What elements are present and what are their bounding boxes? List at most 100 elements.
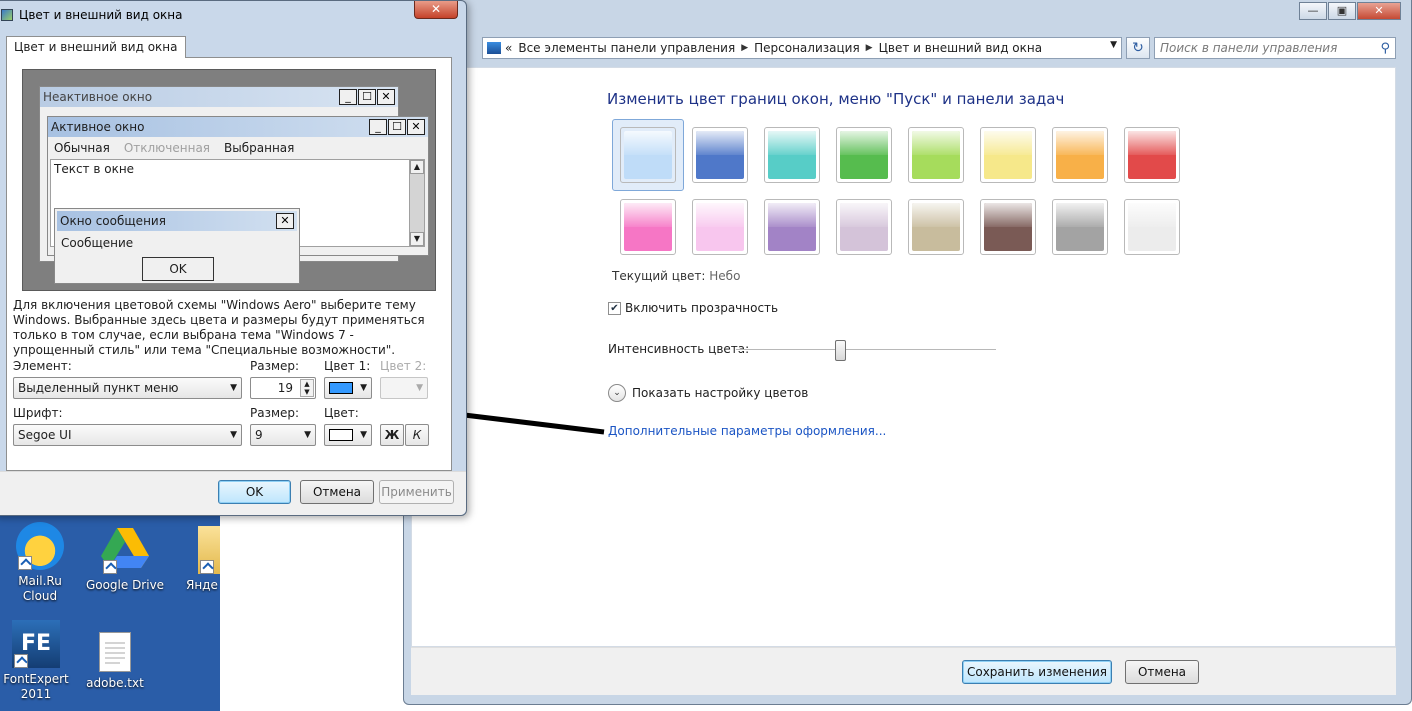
desktop-icon-label: FontExpert 2011 — [3, 672, 69, 701]
transparency-checkbox[interactable]: ✔ — [608, 301, 621, 315]
chevron-down-icon: ▼ — [360, 383, 367, 393]
swatch-fill — [984, 131, 1032, 179]
color-swatch-fuchsia[interactable] — [620, 199, 676, 255]
desktop-icon-yandex[interactable]: Янде — [180, 526, 220, 593]
cancel-button[interactable]: Отмена — [300, 480, 374, 504]
preview-inactive-title: Неактивное окно — [43, 90, 153, 104]
page-title: Изменить цвет границ окон, меню "Пуск" и… — [607, 90, 1065, 108]
preview-inactive-titlebar: Неактивное окно _ ☐ ✕ — [40, 87, 398, 107]
show-color-mixer[interactable]: ⌄ Показать настройку цветов — [608, 384, 808, 402]
font-color-label: Цвет: — [324, 406, 359, 420]
color-swatch-lavender[interactable] — [836, 199, 892, 255]
breadcrumb-separator-icon[interactable]: ▶ — [866, 43, 873, 53]
close-button[interactable]: ✕ — [1357, 2, 1401, 20]
color2-picker: ▼ — [380, 377, 428, 399]
tab-window-color[interactable]: Цвет и внешний вид окна — [6, 36, 186, 58]
color-swatch-pumpkin[interactable] — [1052, 127, 1108, 183]
color1-label: Цвет 1: — [324, 359, 371, 373]
color-swatch-ruby[interactable] — [1124, 127, 1180, 183]
desktop-icon-google-drive[interactable]: Google Drive — [85, 526, 165, 593]
dialog-footer: OK Отмена Применить — [0, 471, 466, 515]
color-swatch-leaf[interactable] — [836, 127, 892, 183]
color-swatch-violet[interactable] — [764, 199, 820, 255]
intensity-label: Интенсивность цвета: — [608, 342, 750, 356]
color-swatch-frost[interactable] — [1124, 199, 1180, 255]
breadcrumb-separator-icon[interactable]: ▶ — [741, 43, 748, 53]
size-label: Размер: — [250, 359, 300, 373]
save-changes-button[interactable]: Сохранить изменения — [962, 660, 1112, 684]
swatch-fill — [912, 131, 960, 179]
maximize-button[interactable]: ▣ — [1328, 2, 1356, 20]
advanced-appearance-link[interactable]: Дополнительные параметры оформления... — [608, 424, 886, 438]
address-bar-row: ◀ « Все элементы панели управления ▶ Пер… — [458, 37, 1400, 59]
appearance-preview[interactable]: Неактивное окно _ ☐ ✕ Активное окно _ ☐ … — [22, 69, 436, 291]
address-bar[interactable]: « Все элементы панели управления ▶ Персо… — [482, 37, 1122, 59]
italic-toggle[interactable]: К — [405, 424, 429, 446]
color-swatch-blush[interactable] — [692, 199, 748, 255]
preview-menu-selected: Выбранная — [224, 141, 295, 155]
text-file-icon — [99, 632, 131, 672]
desktop-icon-fontexpert[interactable]: FE FontExpert 2011 — [0, 620, 78, 702]
ok-button[interactable]: OK — [218, 480, 291, 504]
element-label: Элемент: — [13, 359, 72, 373]
color-swatch-taupe[interactable] — [908, 199, 964, 255]
refresh-button[interactable]: ↻ — [1126, 37, 1150, 59]
search-icon[interactable]: ⚲ — [1380, 39, 1390, 59]
maximize-icon: ☐ — [358, 89, 376, 105]
font-size-value: 9 — [255, 428, 263, 442]
swatch-fill — [624, 203, 672, 251]
color-swatch-slate[interactable] — [1052, 199, 1108, 255]
breadcrumb-all-items[interactable]: Все элементы панели управления — [518, 41, 735, 55]
swatch-fill — [1056, 203, 1104, 251]
color-swatch-lime[interactable] — [908, 127, 964, 183]
desktop-icon-adobe-txt[interactable]: adobe.txt — [75, 632, 155, 691]
swatch-fill — [840, 203, 888, 251]
current-color-text: Текущий цвет: Небо — [612, 269, 740, 283]
desktop-icon-label: Янде — [186, 578, 218, 592]
element-select[interactable]: Выделенный пункт меню ▼ — [13, 377, 242, 399]
fontexpert-icon: FE — [12, 620, 60, 668]
control-panel-footer: Сохранить изменения Отмена — [411, 647, 1396, 695]
chevron-down-icon[interactable]: ▼ — [1110, 40, 1117, 50]
search-input[interactable]: Поиск в панели управления ⚲ — [1154, 37, 1396, 59]
swatch-fill — [624, 131, 672, 179]
show-color-mixer-label: Показать настройку цветов — [632, 386, 809, 400]
aero-info-text: Для включения цветовой схемы "Windows Ae… — [13, 298, 425, 357]
transparency-option[interactable]: ✔ Включить прозрачность — [608, 301, 778, 315]
color-swatch-sky[interactable] — [620, 127, 676, 183]
preview-menu-bar: Обычная Отключенная Выбранная — [50, 138, 426, 158]
font-size-select[interactable]: 9 ▼ — [250, 424, 316, 446]
shortcut-arrow-icon — [18, 556, 32, 570]
breadcrumb-personalization[interactable]: Персонализация — [754, 41, 860, 55]
color-swatch-sun[interactable] — [980, 127, 1036, 183]
color-swatch-chocolate[interactable] — [980, 199, 1036, 255]
expand-chevron-icon[interactable]: ⌄ — [608, 384, 626, 402]
chevron-down-icon: ▼ — [416, 383, 423, 393]
font-color-picker[interactable]: ▼ — [324, 424, 372, 446]
minimize-button[interactable]: — — [1299, 2, 1327, 20]
control-panel-icon — [487, 42, 501, 54]
desktop-icon-mailru-cloud[interactable]: Mail.Ru Cloud — [0, 522, 80, 604]
intensity-slider-track[interactable] — [736, 349, 996, 351]
breadcrumb-window-color[interactable]: Цвет и внешний вид окна — [879, 41, 1043, 55]
desktop-icon-label: Google Drive — [85, 578, 165, 592]
close-icon: ✕ — [377, 89, 395, 105]
color-swatch-twilight[interactable] — [692, 127, 748, 183]
bold-toggle[interactable]: Ж — [380, 424, 404, 446]
minimize-icon: _ — [339, 89, 357, 105]
swatch-fill — [696, 131, 744, 179]
stepper-arrows-icon[interactable]: ▲ ▼ — [300, 379, 314, 397]
google-drive-icon — [101, 526, 149, 574]
color-swatch-sea[interactable] — [764, 127, 820, 183]
breadcrumb-overflow[interactable]: « — [505, 41, 512, 55]
size-stepper[interactable]: 19 ▲ ▼ — [250, 377, 316, 399]
cancel-button[interactable]: Отмена — [1125, 660, 1199, 684]
preview-menu-normal: Обычная — [54, 141, 110, 155]
color1-picker[interactable]: ▼ — [324, 377, 372, 399]
preview-message-box: Окно сообщения ✕ Сообщение OK — [54, 208, 300, 284]
font-select[interactable]: Segoe UI ▼ — [13, 424, 242, 446]
scroll-down-icon: ▼ — [410, 232, 424, 246]
dialog-close-button[interactable]: ✕ — [414, 1, 458, 19]
color2-label: Цвет 2: — [380, 359, 427, 373]
intensity-slider-thumb[interactable] — [835, 340, 846, 361]
